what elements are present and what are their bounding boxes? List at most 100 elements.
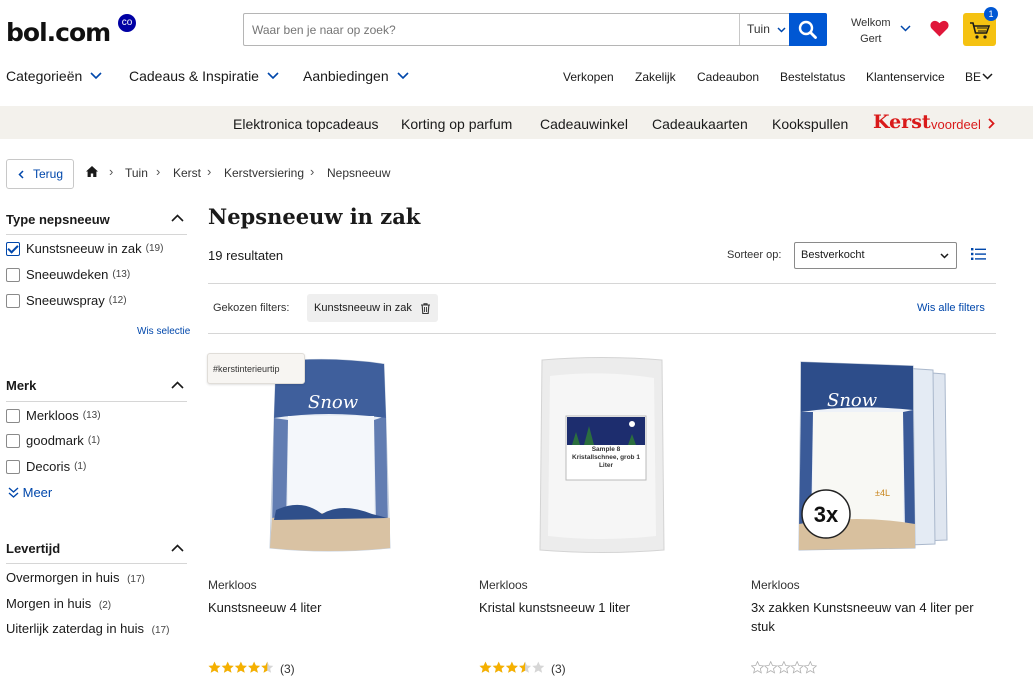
filter-overmorgen[interactable]: Overmorgen in huis (17)	[6, 570, 145, 585]
star-icon	[261, 661, 274, 673]
chevron-up-icon[interactable]	[171, 544, 184, 552]
back-button[interactable]: Terug	[6, 159, 74, 189]
link-zakelijk[interactable]: Zakelijk	[635, 70, 676, 84]
filter-count: (1)	[74, 461, 87, 472]
search-button[interactable]	[789, 13, 827, 46]
checkbox[interactable]	[6, 433, 20, 448]
promo-link-cadeauwinkel[interactable]: Cadeauwinkel	[540, 116, 628, 132]
divider	[208, 333, 996, 334]
nav-cadeaus-inspiratie[interactable]: Cadeaus & Inspiratie	[129, 68, 279, 84]
star-icon	[248, 661, 261, 673]
star-icon	[221, 661, 234, 673]
list-view-icon[interactable]	[971, 248, 986, 260]
active-filter-chip[interactable]: Kunstsneeuw in zak	[307, 294, 438, 322]
link-cadeaubon[interactable]: Cadeaubon	[697, 70, 759, 84]
filter-goodmark[interactable]: goodmark (1)	[6, 433, 100, 448]
chevron-left-icon	[18, 170, 24, 179]
clear-all-filters-link[interactable]: Wis alle filters	[917, 302, 985, 314]
star-icon	[505, 661, 518, 673]
breadcrumb-kerst[interactable]: Kerst	[173, 166, 201, 180]
nav-aanbiedingen[interactable]: Aanbiedingen	[303, 68, 409, 84]
promo-link-cadeaukaarten[interactable]: Cadeaukaarten	[652, 116, 748, 132]
star-rating-icon	[208, 661, 274, 677]
product-rating[interactable]: (3)	[479, 661, 566, 677]
review-count: (3)	[551, 662, 566, 676]
product-brand[interactable]: Merkloos	[751, 578, 800, 592]
chevron-up-icon[interactable]	[171, 214, 184, 222]
star-icon	[208, 661, 221, 673]
breadcrumb-separator-icon: ›	[109, 164, 114, 179]
product-image-3x-kunstsneeuw[interactable]: Snow ±4L 3x	[795, 360, 951, 554]
chevron-down-icon	[982, 73, 993, 80]
checkbox-checked[interactable]	[6, 241, 20, 256]
logo-badge-icon: co	[118, 14, 136, 32]
promo-link-kookspullen[interactable]: Kookspullen	[772, 116, 848, 132]
search-input[interactable]	[244, 14, 739, 45]
nav-label: Aanbiedingen	[303, 68, 389, 84]
active-filters-label: Gekozen filters:	[213, 302, 290, 314]
chevron-down-icon	[940, 253, 949, 259]
breadcrumb-tuin[interactable]: Tuin	[125, 166, 148, 180]
filter-label: Sneeuwdeken	[26, 267, 109, 282]
star-icon	[790, 660, 805, 674]
link-bestelstatus[interactable]: Bestelstatus	[780, 70, 845, 84]
checkbox[interactable]	[6, 267, 20, 282]
breadcrumb-kerstversiering[interactable]: Kerstversiering	[224, 166, 304, 180]
promo-link-elektronica[interactable]: Elektronica topcadeaus	[233, 116, 379, 132]
star-icon	[234, 661, 247, 673]
facet-title-merk[interactable]: Merk	[6, 378, 36, 393]
filter-sneeuwspray[interactable]: Sneeuwspray (12)	[6, 293, 127, 308]
welcome-label: Welkom	[851, 17, 891, 29]
filter-count: (17)	[151, 625, 170, 636]
filter-label: Decoris	[26, 459, 71, 474]
link-klantenservice[interactable]: Klantenservice	[866, 70, 945, 84]
filter-sneeuwdeken[interactable]: Sneeuwdeken (13)	[6, 267, 130, 282]
product-title[interactable]: Kristal kunstsneeuw 1 liter	[479, 598, 729, 617]
filter-morgen[interactable]: Morgen in huis (2)	[6, 596, 111, 611]
nav-categorieen[interactable]: Categorieën	[6, 68, 102, 84]
product-rating[interactable]	[750, 660, 823, 677]
filter-merkloos[interactable]: Merkloos (13)	[6, 408, 101, 423]
chevron-right-icon	[988, 118, 995, 129]
link-verkopen[interactable]: Verkopen	[563, 70, 614, 84]
promo-kerst-word[interactable]: Kerst	[873, 111, 931, 133]
show-more-link[interactable]: Meer	[8, 485, 52, 500]
filter-decoris[interactable]: Decoris (1)	[6, 459, 86, 474]
product-rating[interactable]: (3)	[208, 661, 295, 677]
product-brand[interactable]: Merkloos	[479, 578, 528, 592]
home-icon[interactable]	[86, 166, 98, 177]
promo-link-parfum[interactable]: Korting op parfum	[401, 116, 512, 132]
product-brand[interactable]: Merkloos	[208, 578, 257, 592]
trash-icon[interactable]	[420, 303, 430, 314]
back-label: Terug	[33, 167, 64, 181]
product-image-kunstsneeuw-4-liter[interactable]: Snow	[262, 358, 394, 554]
chevron-down-icon[interactable]	[900, 25, 911, 32]
promo-kerst-suffix[interactable]: voordeel	[931, 117, 981, 132]
bol-logo[interactable]: bol.com	[6, 18, 111, 47]
filter-zaterdag[interactable]: Uiterlijk zaterdag in huis (17)	[6, 621, 169, 636]
product-bag-text: Snow	[308, 392, 359, 413]
product-title[interactable]: Kunstsneeuw 4 liter	[208, 598, 458, 617]
checkbox[interactable]	[6, 408, 20, 423]
facet-title-type[interactable]: Type nepsneeuw	[6, 212, 110, 227]
star-rating-icon	[479, 661, 545, 677]
product-tag: #kerstinterieurtip	[207, 353, 305, 384]
search-category-select[interactable]: Tuin	[739, 14, 790, 45]
country-select[interactable]: BE	[965, 70, 981, 84]
product-image-kristal-kunstsneeuw[interactable]: Sample 8 Kristallschnee, grob 1 Liter	[536, 356, 668, 554]
chevron-up-icon[interactable]	[171, 381, 184, 389]
filter-label: Merkloos	[26, 408, 79, 423]
sort-select[interactable]: Bestverkocht	[794, 242, 957, 269]
filter-count: (12)	[108, 295, 127, 306]
checkbox[interactable]	[6, 293, 20, 308]
product-title[interactable]: 3x zakken Kunstsneeuw van 4 liter per st…	[751, 598, 1001, 636]
filter-label: Sneeuwspray	[26, 293, 105, 308]
wishlist-heart-icon[interactable]	[930, 20, 949, 37]
filter-kunstsneeuw-in-zak[interactable]: Kunstsneeuw in zak (19)	[6, 241, 163, 256]
checkbox[interactable]	[6, 459, 20, 474]
breadcrumb-separator-icon: ›	[156, 164, 161, 179]
account-menu[interactable]: Welkom Gert	[851, 15, 891, 47]
clear-selection-link[interactable]: Wis selectie	[137, 326, 190, 337]
facet-title-levertijd[interactable]: Levertijd	[6, 541, 60, 556]
product-bag-size: ±4L	[875, 488, 890, 498]
